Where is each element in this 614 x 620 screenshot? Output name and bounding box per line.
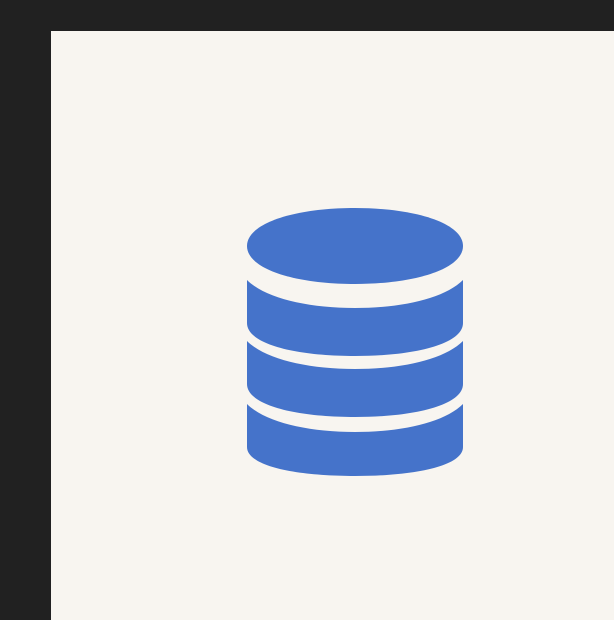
database-icon [247, 208, 463, 476]
top-bar [0, 0, 614, 31]
database-icon-middle-band [247, 280, 463, 356]
left-bar [0, 31, 51, 620]
database-icon-top-disk [247, 208, 463, 284]
content-panel [51, 31, 614, 620]
